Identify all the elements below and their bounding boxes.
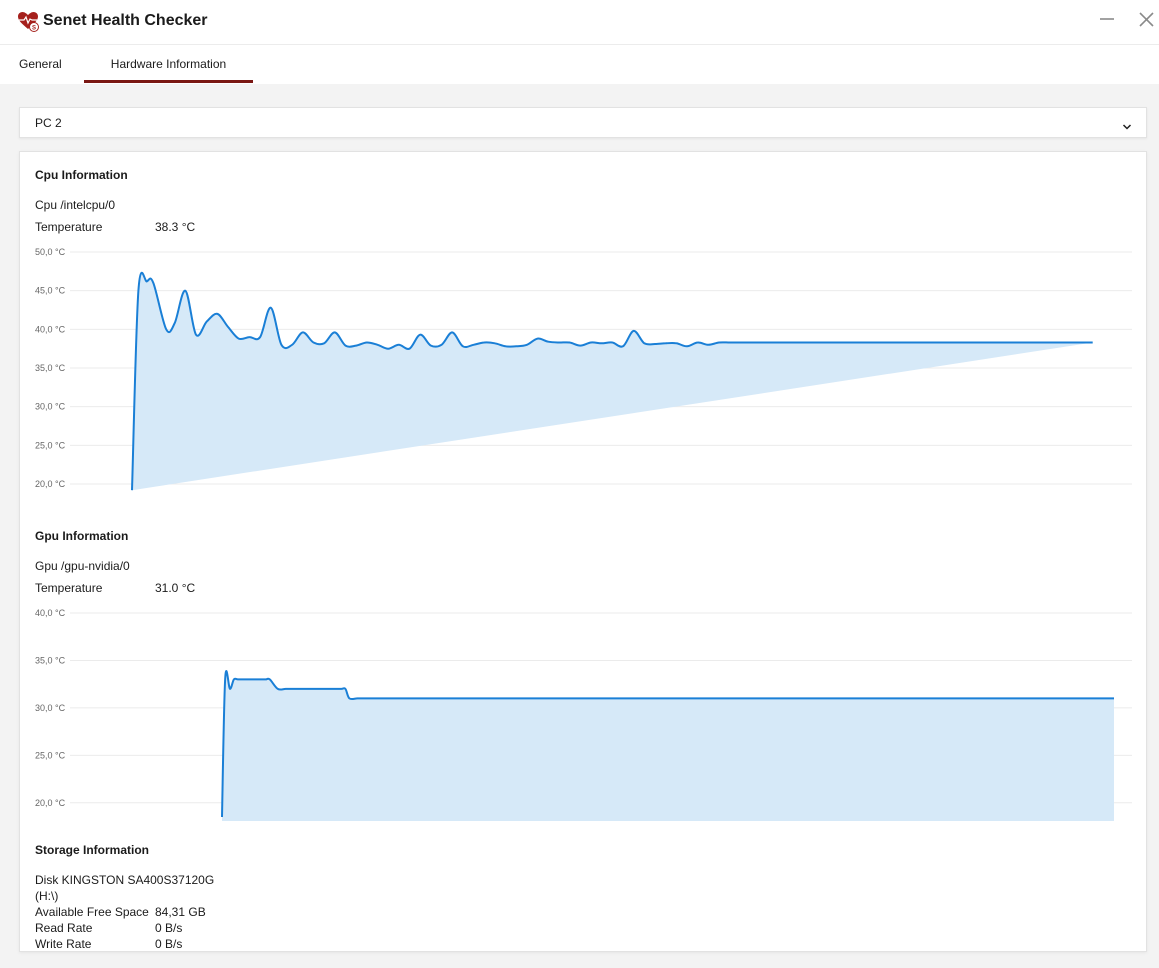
cpu-temperature-chart: 20,0 °C 25,0 °C 30,0 °C 35,0 °C 40,0 °C 45,0 … (35, 247, 1132, 491)
hardware-info-panel: Cpu Information Cpu /intelcpu/0 Temperat… (19, 151, 1147, 952)
gpu-chart-y-tick-label: 30,0 °C (35, 703, 66, 713)
gpu-chart-y-tick-label: 40,0 °C (35, 608, 66, 618)
cpu-chart-y-tick-label: 50,0 °C (35, 247, 66, 257)
app-title: Senet Health Checker (43, 12, 208, 29)
cpu-section-title: Cpu Information (35, 168, 128, 182)
title-bar: S Senet Health Checker (0, 0, 1159, 44)
read-rate-label: Read Rate (35, 921, 93, 935)
cpu-temperature-label: Temperature (35, 220, 103, 234)
disk-name: Disk KINGSTON SA400S37120G (35, 873, 215, 887)
cpu-chart-y-tick-label: 20,0 °C (35, 479, 66, 489)
tab-general[interactable]: General (19, 45, 62, 83)
active-tab-indicator (84, 80, 253, 83)
close-icon (1139, 12, 1154, 27)
gpu-temperature-value: 31.0 °C (155, 581, 196, 595)
heart-logo-icon: S (17, 10, 39, 32)
free-space-label: Available Free Space (35, 905, 149, 919)
gpu-chart-y-tick-label: 20,0 °C (35, 798, 66, 808)
read-rate-value: 0 B/s (155, 921, 183, 935)
minimize-icon (1100, 18, 1114, 20)
cpu-chart-y-tick-label: 25,0 °C (35, 440, 66, 450)
gpu-temperature-label: Temperature (35, 581, 103, 595)
gpu-chart-y-tick-label: 25,0 °C (35, 750, 66, 760)
pc-select-dropdown[interactable]: PC 2 (19, 107, 1147, 138)
chevron-down-icon (1122, 118, 1132, 136)
pc-select-value: PC 2 (35, 116, 62, 130)
cpu-device-name: Cpu /intelcpu/0 (35, 198, 116, 212)
disk-drive-letter: (H:\) (35, 889, 59, 903)
tab-hardware-information[interactable]: Hardware Information (84, 45, 253, 83)
cpu-chart-y-tick-label: 40,0 °C (35, 324, 66, 334)
free-space-value: 84,31 GB (155, 905, 206, 919)
write-rate-value: 0 B/s (155, 937, 183, 951)
gpu-chart-y-tick-label: 35,0 °C (35, 655, 66, 665)
cpu-chart-y-tick-label: 45,0 °C (35, 286, 66, 296)
storage-section-title: Storage Information (35, 843, 150, 857)
tab-bar: General Hardware Information (0, 44, 1159, 84)
minimize-button[interactable] (1093, 8, 1121, 34)
cpu-chart-y-tick-label: 30,0 °C (35, 402, 66, 412)
svg-text:S: S (32, 26, 36, 32)
close-button[interactable] (1133, 8, 1159, 34)
cpu-temperature-value: 38.3 °C (155, 220, 196, 234)
gpu-device-name: Gpu /gpu-nvidia/0 (35, 559, 130, 573)
gpu-temperature-chart: 20,0 °C 25,0 °C 30,0 °C 35,0 °C 40,0 °C (35, 608, 1132, 821)
gpu-chart-area-fill (222, 671, 1114, 821)
gpu-section-title: Gpu Information (35, 529, 129, 543)
cpu-chart-area-fill (132, 272, 1093, 491)
cpu-chart-y-tick-label: 35,0 °C (35, 363, 66, 373)
write-rate-label: Write Rate (35, 937, 92, 951)
